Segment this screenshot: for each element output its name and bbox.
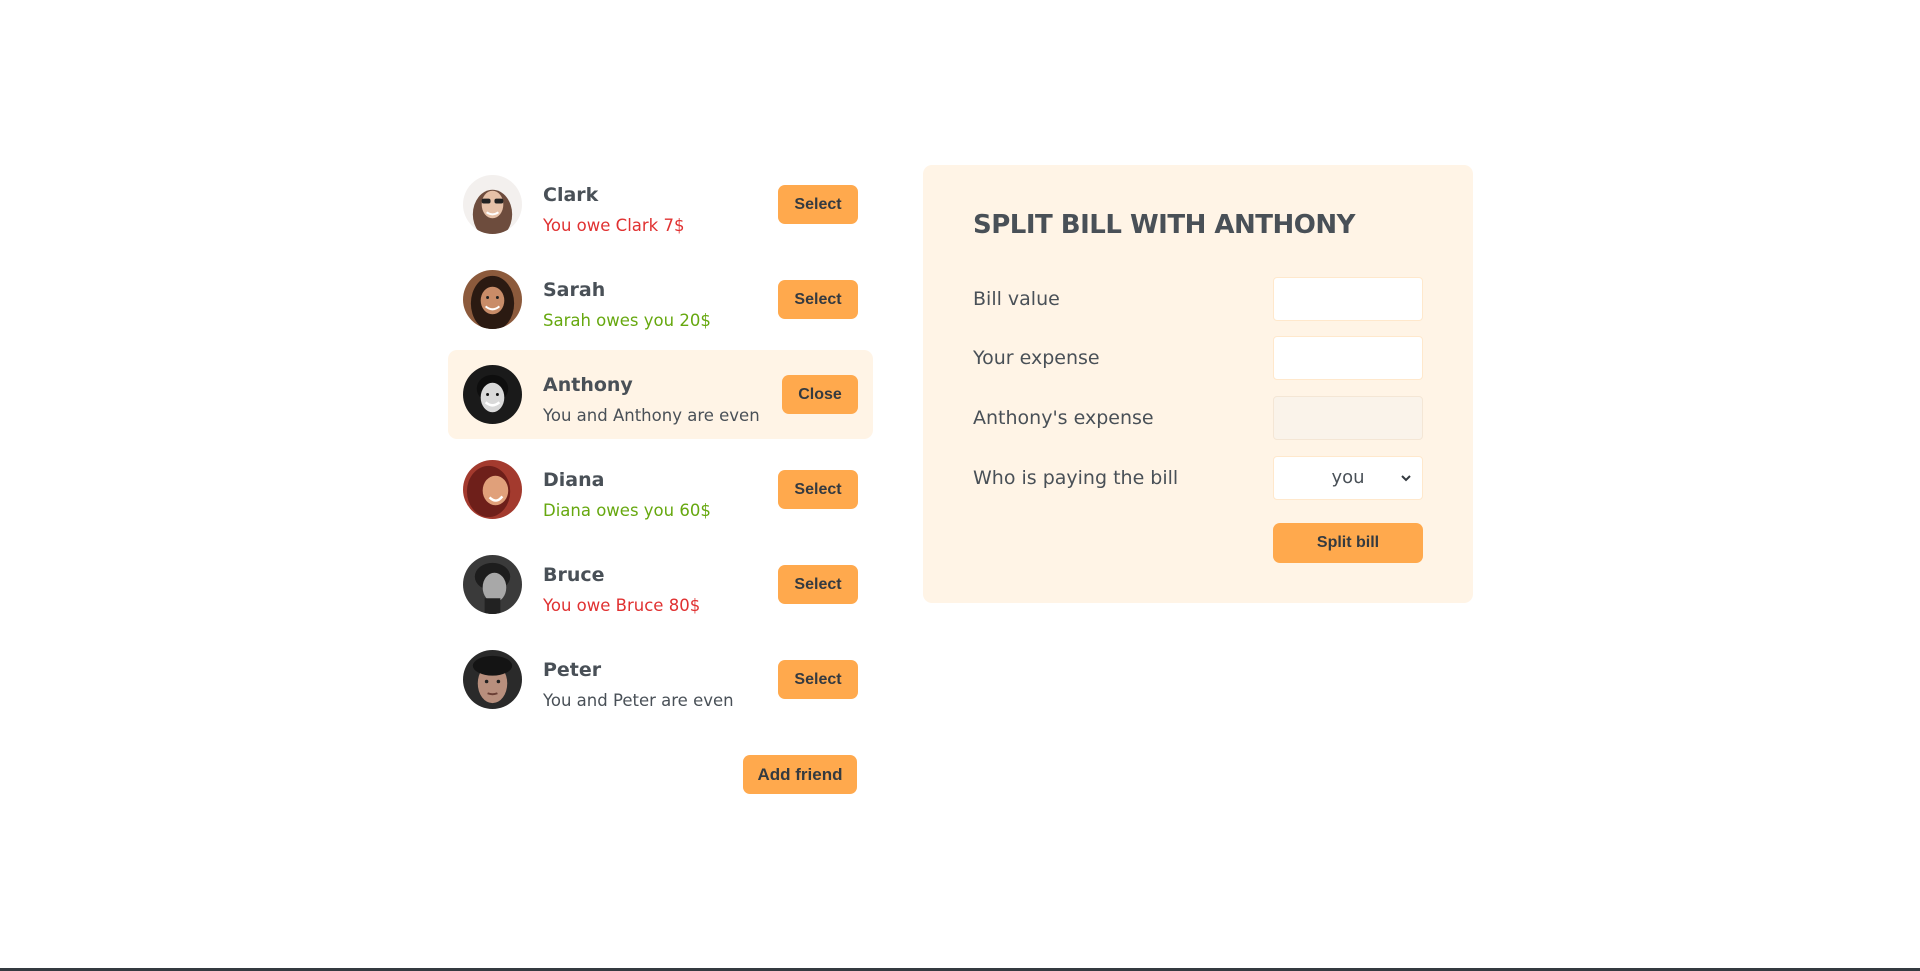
split-bill-form: SPLIT BILL WITH ANTHONY Bill value Your …	[923, 165, 1473, 603]
friend-item-sarah: Sarah Sarah owes you 20$ Select	[448, 255, 873, 344]
bill-value-label: Bill value	[973, 288, 1060, 310]
friend-expense-input	[1273, 396, 1423, 440]
friend-item-clark: Clark You owe Clark 7$ Select	[448, 160, 873, 249]
form-title: SPLIT BILL WITH ANTHONY	[973, 210, 1355, 240]
select-friend-button[interactable]: Select	[778, 660, 858, 699]
friends-list: Clark You owe Clark 7$ Select Sarah Sara…	[448, 160, 873, 730]
select-friend-button[interactable]: Select	[778, 470, 858, 509]
bill-value-row: Bill value	[973, 277, 1423, 321]
friend-balance: You owe Bruce 80$	[543, 596, 701, 615]
friend-name: Clark	[543, 184, 599, 206]
friend-name: Anthony	[543, 374, 633, 396]
avatar	[463, 175, 522, 234]
chevron-down-icon	[1401, 475, 1411, 482]
payer-select[interactable]: you	[1273, 456, 1423, 500]
payer-row: Who is paying the bill you	[973, 456, 1423, 500]
avatar	[463, 555, 522, 614]
avatar	[463, 460, 522, 519]
close-friend-button[interactable]: Close	[782, 375, 858, 414]
friend-item-diana: Diana Diana owes you 60$ Select	[448, 445, 873, 534]
friend-name: Diana	[543, 469, 605, 491]
your-expense-row: Your expense	[973, 336, 1423, 380]
friend-balance: Sarah owes you 20$	[543, 311, 711, 330]
avatar	[463, 650, 522, 709]
friend-name: Peter	[543, 659, 602, 681]
select-friend-button[interactable]: Select	[778, 565, 858, 604]
friend-expense-label: Anthony's expense	[973, 407, 1154, 429]
friend-balance: You and Anthony are even	[543, 406, 760, 425]
payer-select-value: you	[1331, 467, 1365, 488]
friend-item-bruce: Bruce You owe Bruce 80$ Select	[448, 540, 873, 629]
avatar	[463, 270, 522, 329]
avatar	[463, 365, 522, 424]
your-expense-input[interactable]	[1273, 336, 1423, 380]
select-friend-button[interactable]: Select	[778, 185, 858, 224]
your-expense-label: Your expense	[973, 347, 1100, 369]
friend-item-anthony: Anthony You and Anthony are even Close	[448, 350, 873, 439]
payer-label: Who is paying the bill	[973, 467, 1179, 489]
friend-balance: You owe Clark 7$	[543, 216, 685, 235]
add-friend-button[interactable]: Add friend	[743, 755, 857, 794]
friend-name: Sarah	[543, 279, 606, 301]
friend-name: Bruce	[543, 564, 605, 586]
friend-item-peter: Peter You and Peter are even Select	[448, 635, 873, 724]
select-friend-button[interactable]: Select	[778, 280, 858, 319]
friend-balance: You and Peter are even	[543, 691, 734, 710]
friend-expense-row: Anthony's expense	[973, 396, 1423, 440]
split-bill-button[interactable]: Split bill	[1273, 523, 1423, 563]
bill-value-input[interactable]	[1273, 277, 1423, 321]
app-root: Clark You owe Clark 7$ Select Sarah Sara…	[0, 0, 1920, 971]
friend-balance: Diana owes you 60$	[543, 501, 711, 520]
